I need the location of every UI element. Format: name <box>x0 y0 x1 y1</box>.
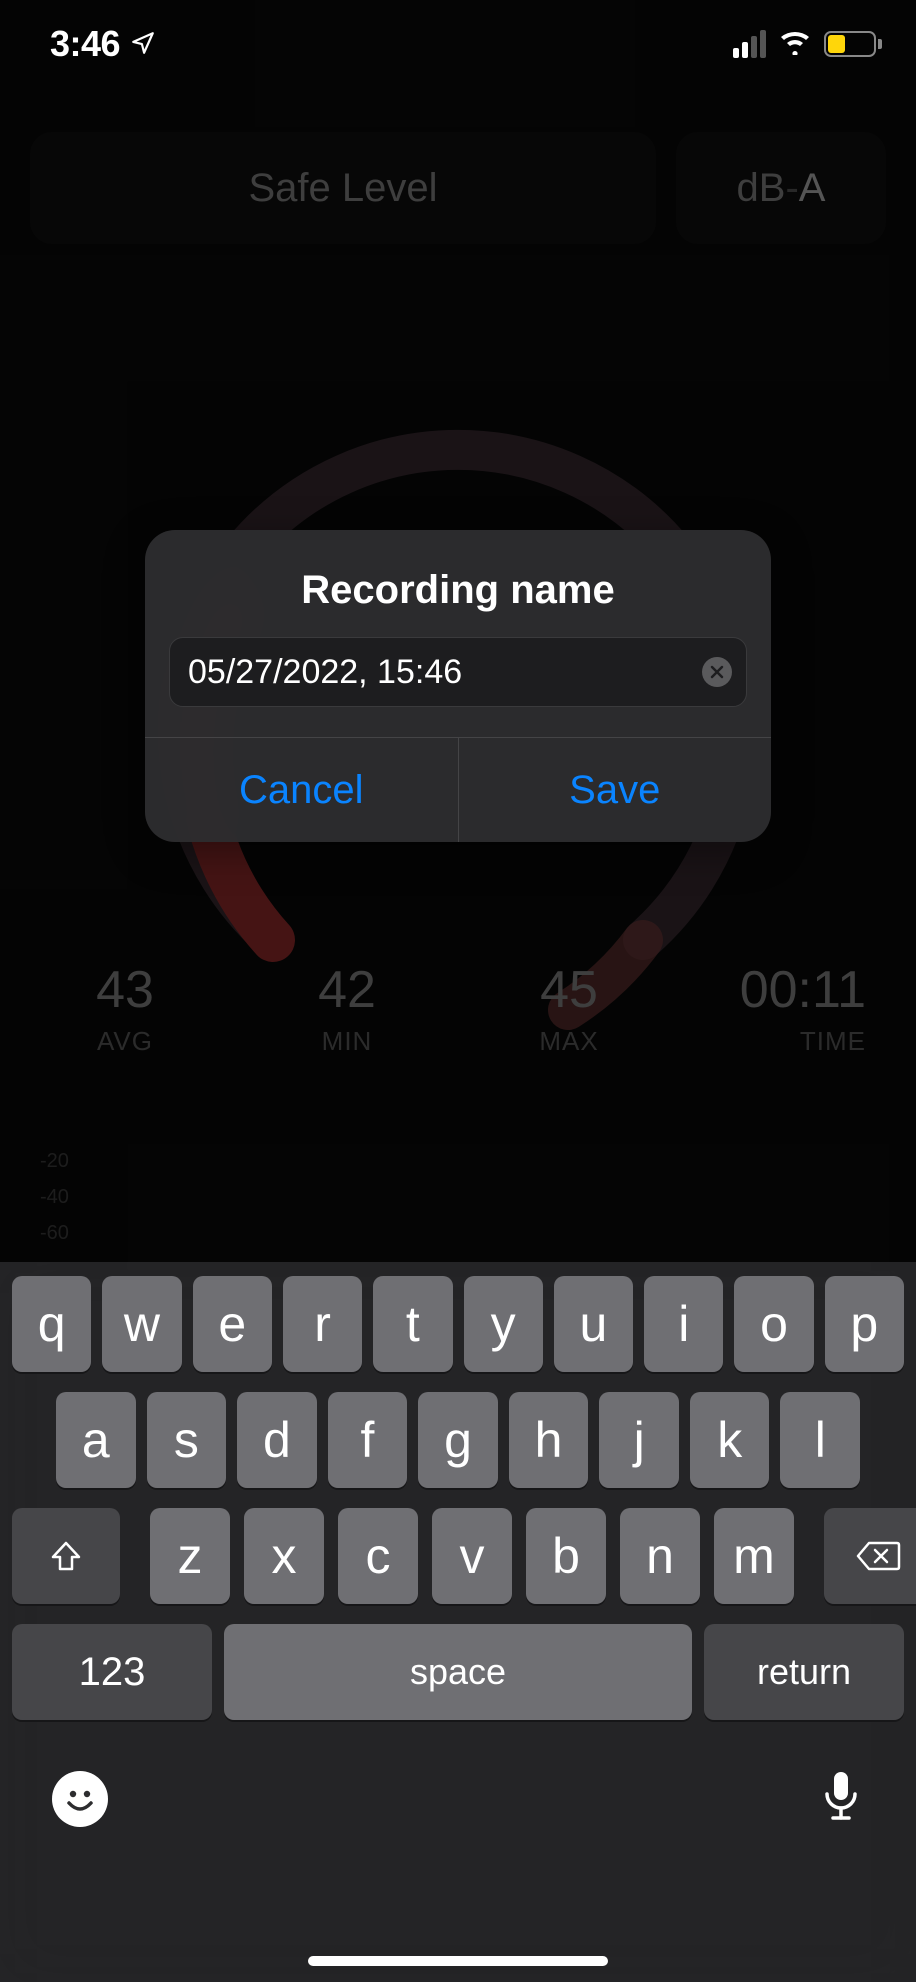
dictation-icon[interactable] <box>818 1768 864 1829</box>
key-v[interactable]: v <box>432 1508 512 1604</box>
key-s[interactable]: s <box>147 1392 227 1488</box>
key-f[interactable]: f <box>328 1392 408 1488</box>
key-return[interactable]: return <box>704 1624 904 1720</box>
key-j[interactable]: j <box>599 1392 679 1488</box>
key-c[interactable]: c <box>338 1508 418 1604</box>
key-z[interactable]: z <box>150 1508 230 1604</box>
key-u[interactable]: u <box>554 1276 633 1372</box>
key-q[interactable]: q <box>12 1276 91 1372</box>
emoji-icon[interactable] <box>52 1771 108 1827</box>
status-time: 3:46 <box>50 23 120 65</box>
key-backspace[interactable] <box>824 1508 916 1604</box>
recording-name-alert: Recording name Cancel Save <box>145 530 771 842</box>
key-n[interactable]: n <box>620 1508 700 1604</box>
location-icon <box>130 23 156 65</box>
keyboard: q w e r t y u i o p a s d f g h j k l <box>0 1262 916 1982</box>
key-r[interactable]: r <box>283 1276 362 1372</box>
key-e[interactable]: e <box>193 1276 272 1372</box>
clear-input-button[interactable] <box>702 657 732 687</box>
alert-title: Recording name <box>145 530 771 637</box>
alert-input-shell <box>169 637 747 707</box>
key-p[interactable]: p <box>825 1276 904 1372</box>
save-button[interactable]: Save <box>458 738 772 842</box>
key-i[interactable]: i <box>644 1276 723 1372</box>
key-t[interactable]: t <box>373 1276 452 1372</box>
key-g[interactable]: g <box>418 1392 498 1488</box>
key-w[interactable]: w <box>102 1276 181 1372</box>
key-d[interactable]: d <box>237 1392 317 1488</box>
cellular-icon <box>733 30 766 58</box>
home-indicator[interactable] <box>308 1956 608 1966</box>
recording-name-input[interactable] <box>188 653 692 692</box>
key-m[interactable]: m <box>714 1508 794 1604</box>
key-numbers[interactable]: 123 <box>12 1624 212 1720</box>
key-y[interactable]: y <box>464 1276 543 1372</box>
key-shift[interactable] <box>12 1508 120 1604</box>
status-bar: 3:46 <box>0 0 916 88</box>
key-x[interactable]: x <box>244 1508 324 1604</box>
key-h[interactable]: h <box>509 1392 589 1488</box>
key-a[interactable]: a <box>56 1392 136 1488</box>
key-b[interactable]: b <box>526 1508 606 1604</box>
key-k[interactable]: k <box>690 1392 770 1488</box>
battery-icon <box>824 31 882 57</box>
key-space[interactable]: space <box>224 1624 692 1720</box>
cancel-button[interactable]: Cancel <box>145 738 458 842</box>
key-l[interactable]: l <box>780 1392 860 1488</box>
wifi-icon <box>778 29 812 60</box>
app-root: Safe Level dB-A 43 AVG 42 MIN 45 MAX 00:… <box>0 0 916 1982</box>
key-o[interactable]: o <box>734 1276 813 1372</box>
